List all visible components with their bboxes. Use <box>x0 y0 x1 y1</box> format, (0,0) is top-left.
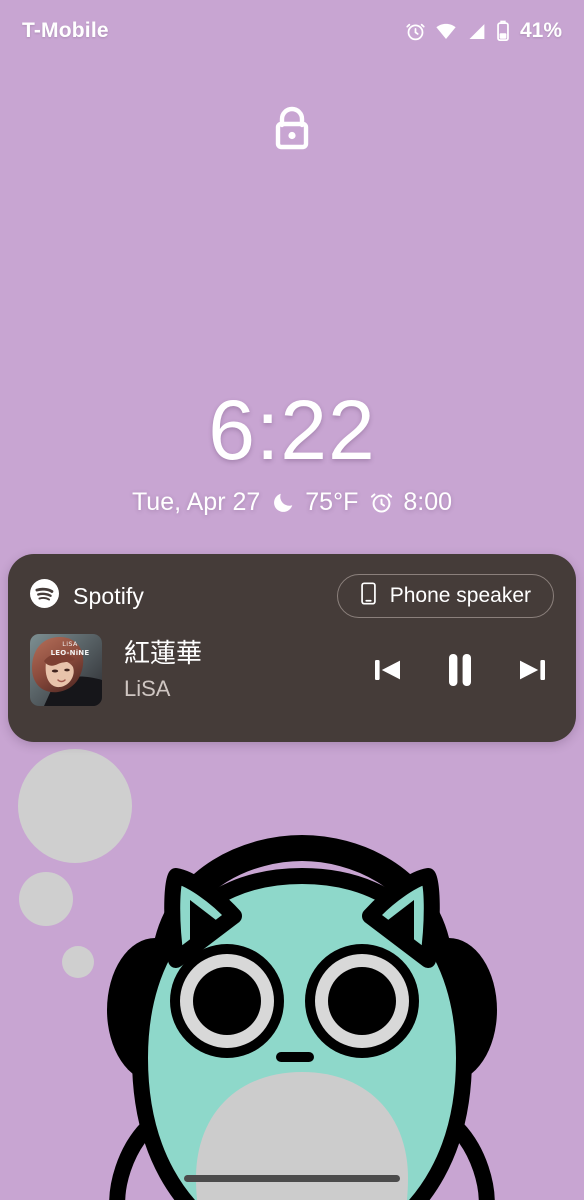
status-icons: 41% <box>405 19 562 43</box>
alarm-group[interactable]: 8:00 <box>369 488 452 517</box>
date-label: Tue, Apr 27 <box>131 488 261 516</box>
media-card-body: LiSA LEO-NiNE 紅蓮華 LiSA <box>30 634 554 706</box>
media-card-header: Spotify Phone speaker <box>30 574 554 618</box>
clock-time: 6:22 <box>208 383 376 477</box>
crescent-moon-icon <box>271 490 296 515</box>
battery-icon <box>496 20 510 42</box>
album-art[interactable]: LiSA LEO-NiNE <box>30 634 102 706</box>
phone-icon <box>360 581 377 612</box>
battery-percent-label: 41% <box>519 19 562 42</box>
skip-previous-icon[interactable] <box>370 652 406 688</box>
alarm-icon <box>405 21 426 42</box>
date-label-group: Tue, Apr 27 <box>132 488 260 517</box>
lock-closed-icon <box>270 103 314 158</box>
lock-screen: T-Mobile 41% 6:22 Tue, Apr 27 75°F 8:00 … <box>0 0 584 1200</box>
weather-group[interactable]: 75°F <box>271 488 358 517</box>
output-device-label: Phone speaker <box>389 584 531 607</box>
signal-icon <box>466 21 487 42</box>
clock-widget[interactable]: 6:22 Tue, Apr 27 75°F 8:00 <box>0 388 584 517</box>
track-title: 紅蓮華 <box>124 638 203 668</box>
output-device-chip[interactable]: Phone speaker <box>336 574 554 618</box>
alarm-time-label: 8:00 <box>403 488 453 516</box>
app-identity: Spotify <box>30 579 144 613</box>
date-weather-alarm-row[interactable]: Tue, Apr 27 75°F 8:00 <box>0 488 584 517</box>
alarm-icon <box>369 490 394 515</box>
track-artist: LiSA <box>124 675 171 701</box>
svg-text:LEO-NiNE: LEO-NiNE <box>51 649 90 657</box>
playback-controls <box>370 650 554 690</box>
owl-character <box>107 834 497 1200</box>
wifi-icon <box>435 21 457 42</box>
svg-text:LiSA: LiSA <box>62 640 78 648</box>
home-gesture-pill[interactable] <box>184 1175 400 1182</box>
track-info: 紅蓮華 LiSA <box>124 639 360 701</box>
temperature-label: 75°F <box>305 488 359 516</box>
media-notification-card[interactable]: Spotify Phone speaker LiSA LEO-NiNE 紅蓮華 … <box>8 554 576 742</box>
spotify-icon <box>30 579 59 613</box>
app-name-label: Spotify <box>73 582 145 609</box>
skip-next-icon[interactable] <box>514 652 550 688</box>
carrier-label: T-Mobile <box>22 19 109 42</box>
status-bar: T-Mobile 41% <box>0 0 584 62</box>
pause-icon[interactable] <box>442 650 478 690</box>
